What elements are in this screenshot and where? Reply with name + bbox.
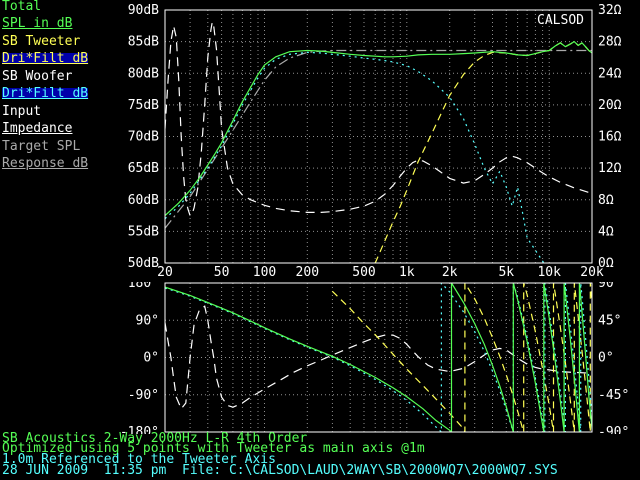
y-axis-right-label: 4Ω xyxy=(598,224,614,239)
x-axis-label: 10k xyxy=(537,265,561,280)
y-axis-left-label: 80dB xyxy=(128,66,159,81)
y-axis-right-label: 0° xyxy=(598,351,614,366)
legend-line-label: SB Tweeter xyxy=(2,36,88,47)
calsod-watermark: CALSOD xyxy=(537,13,584,28)
calsod-screen: 90dB 85dB 80dB 75dB 70dB 65dB 60dB 55dB 50dB 32Ω 2… xyxy=(0,0,640,480)
y-axis-left-label: 70dB xyxy=(128,130,159,145)
series-target-spl xyxy=(165,51,592,229)
y-axis-left-label: 65dB xyxy=(128,161,159,176)
phase-chart: 180°90°0°-90°-180°90°45°0°-45°-90° xyxy=(0,282,640,434)
x-axis-label: 100 xyxy=(253,265,276,280)
legend-line-label: SB Woofer xyxy=(2,71,88,82)
y-axis-right-label: 20Ω xyxy=(598,98,622,113)
legend-line-unit: SPL in dB xyxy=(2,18,72,29)
x-axis-label: 200 xyxy=(296,265,319,280)
y-axis-right-label: 16Ω xyxy=(598,130,622,145)
y-axis-left-label: 55dB xyxy=(128,224,159,239)
y-axis-right-label: 28Ω xyxy=(598,35,622,50)
y-axis-right-label: 90° xyxy=(598,282,621,291)
legend-item-3: Input Impedance xyxy=(2,106,88,136)
x-axis-label: 50 xyxy=(214,265,230,280)
y-axis-left-label: 60dB xyxy=(128,193,159,208)
legend-item-4: Target SPL Response dB xyxy=(2,141,88,171)
y-axis-left-label: 90° xyxy=(136,313,159,328)
y-axis-right-label: 24Ω xyxy=(598,66,622,81)
y-axis-right-label: 12Ω xyxy=(598,161,622,176)
x-axis-label: 2k xyxy=(442,265,458,280)
y-axis-right-label: -90° xyxy=(598,425,629,434)
legend-line-unit: Response dB xyxy=(2,158,88,169)
x-axis-label: 20k xyxy=(580,265,604,280)
spl-impedance-chart: 90dB 85dB 80dB 75dB 70dB 65dB 60dB 55dB 50dB 32Ω 2… xyxy=(0,0,640,282)
legend-line-label: Target SPL xyxy=(2,141,88,152)
legend-line-label: Total xyxy=(2,1,88,12)
y-axis-left-label: 180° xyxy=(128,282,159,291)
y-axis-left-label: -90° xyxy=(128,388,159,403)
x-axis-label: 1k xyxy=(399,265,415,280)
x-axis-label: 500 xyxy=(352,265,375,280)
series-total-spl xyxy=(165,42,592,216)
y-axis-left-label: 0° xyxy=(143,351,159,366)
legend-line-unit: Dri*Filt dB xyxy=(2,53,88,64)
legend-line-label: Input xyxy=(2,106,88,117)
legend-item-1: SB Tweeter Dri*Filt dB xyxy=(2,36,88,66)
legend-item-2: SB Woofer Dri*Filt dB xyxy=(2,71,88,101)
series-tweeter-phase xyxy=(332,283,592,432)
legend-line-unit: Impedance xyxy=(2,123,72,134)
y-axis-right-label: -45° xyxy=(598,388,629,403)
series-woofer-spl xyxy=(165,52,546,266)
y-axis-left-label: 50dB xyxy=(128,256,159,271)
y-axis-left-label: 85dB xyxy=(128,35,159,50)
y-axis-left-label: 75dB xyxy=(128,98,159,113)
y-axis-left-label: 90dB xyxy=(128,3,159,18)
legend-item-0: Total SPL in dB xyxy=(2,1,88,31)
legend-line-unit: Dri*Filt dB xyxy=(2,88,88,99)
x-axis-label: 5k xyxy=(498,265,514,280)
status-bar: 28 JUN 2009 11:35 pm File: C:\CALSOD\LAU… xyxy=(2,466,558,476)
x-axis-label: 20 xyxy=(157,265,173,280)
y-axis-right-label: 45° xyxy=(598,313,621,328)
legend: TotalSPL in dBSB TweeterDri*Filt dBSB Wo… xyxy=(2,1,88,176)
series-tweeter-spl xyxy=(375,42,592,263)
y-axis-right-label: 8Ω xyxy=(598,193,614,208)
footer-notes: SB Acoustics 2-Way 2000Hz L-R 4th Order … xyxy=(2,434,425,454)
y-axis-right-label: 32Ω xyxy=(598,3,622,18)
